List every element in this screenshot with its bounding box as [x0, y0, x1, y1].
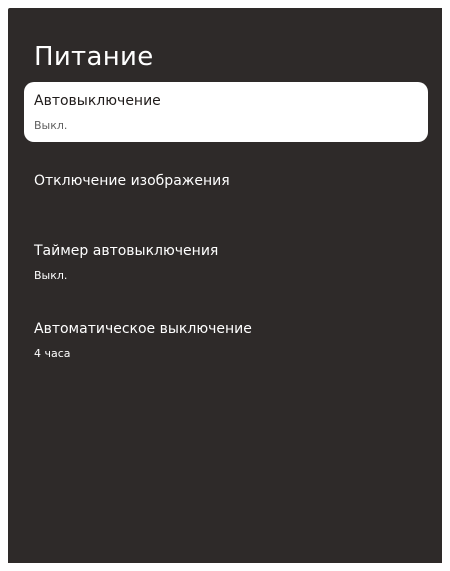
page-title: Питание	[34, 42, 154, 72]
menu-item-label: Таймер автовыключения	[34, 243, 219, 259]
menu-item-auto-off[interactable]: Автовыключение Выкл.	[24, 82, 428, 142]
menu-item-label: Отключение изображения	[34, 173, 230, 189]
power-settings-panel: Питание Автовыключение Выкл. Отключение …	[8, 8, 442, 563]
menu-item-label: Автоматическое выключение	[34, 321, 252, 337]
menu-item-value: Выкл.	[34, 119, 68, 132]
menu-item-label: Автовыключение	[34, 93, 161, 109]
menu-item-value: 4 часа	[34, 347, 71, 360]
menu-item-sleep-timer[interactable]: Таймер автовыключения Выкл.	[24, 232, 428, 292]
menu-item-automatic-shutdown[interactable]: Автоматическое выключение 4 часа	[24, 310, 428, 370]
menu-item-value: Выкл.	[34, 269, 68, 282]
menu-item-picture-off[interactable]: Отключение изображения	[24, 162, 428, 222]
